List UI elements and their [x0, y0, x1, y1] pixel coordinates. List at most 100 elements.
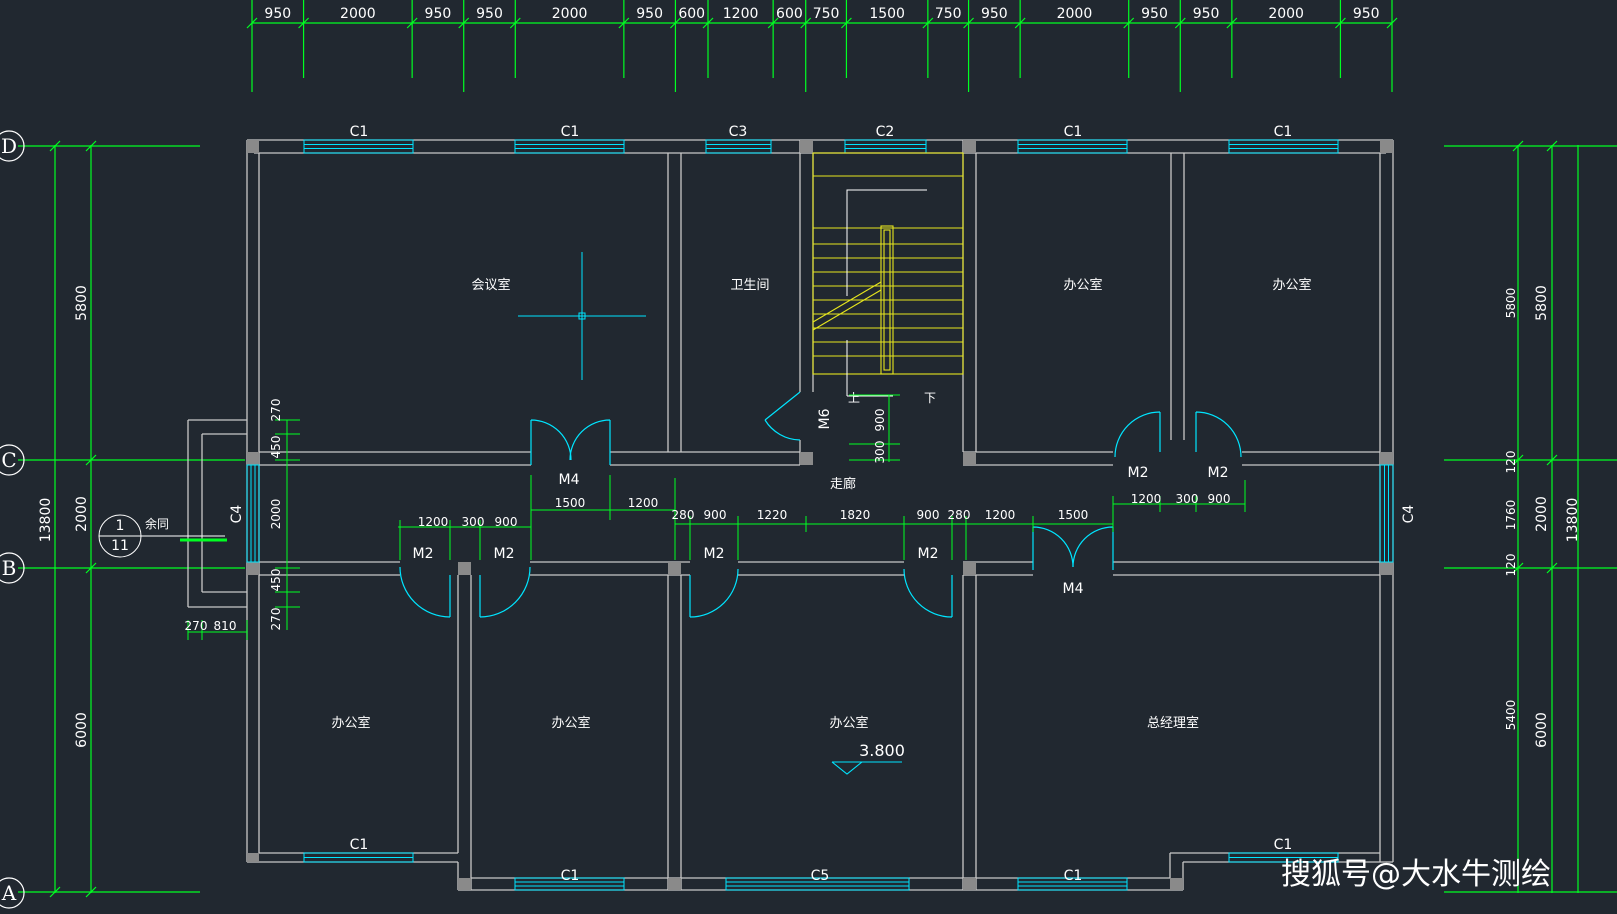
window-label-c1-f: C1 — [561, 868, 580, 884]
window-label-c1-d: C1 — [1274, 124, 1293, 140]
corr-dim-a2: 300 — [462, 515, 485, 529]
crosshair-cursor-icon — [518, 252, 646, 380]
bay-dim-810: 810 — [214, 619, 237, 633]
corr-dim-c4: 1820 — [840, 508, 871, 522]
section-number: 1 — [116, 518, 125, 534]
window-label-c3: C3 — [729, 124, 748, 140]
top-dimension-value: 750 — [813, 6, 840, 22]
corr-dim-a3: 900 — [495, 515, 518, 529]
top-dimension-value: 950 — [1193, 6, 1220, 22]
door-label-m2-e: M2 — [704, 546, 725, 562]
window-label-c1-b: C1 — [561, 124, 580, 140]
top-dimension-value: 950 — [1353, 6, 1380, 22]
grid-bubbles — [0, 130, 25, 909]
dim-right-c-b: 2000 — [1534, 496, 1550, 532]
floor-plan-canvas: 950 2000 950 950 2000 950 600 1200 600 750 1500 750… — [0, 0, 1617, 909]
section-sheet: 11 — [111, 538, 129, 554]
corr-dim-d2: 1500 — [1058, 508, 1089, 522]
room-label-office-bc: 办公室 — [829, 715, 868, 731]
top-dimension-value: 950 — [425, 6, 452, 22]
wall-dim-450-bottom: 450 — [269, 569, 283, 592]
door-label-m2-c: M2 — [413, 546, 434, 562]
top-dimension-value: 2000 — [340, 6, 376, 22]
door-label-m2-d: M2 — [494, 546, 515, 562]
corridor-dimension-lines — [398, 475, 1246, 560]
corr-dim-c6: 280 — [948, 508, 971, 522]
top-dimension-value: 950 — [636, 6, 663, 22]
dim-right-inner-b-a: 5400 — [1504, 700, 1518, 731]
room-label-office-bm: 办公室 — [551, 715, 590, 731]
section-note: 余同 — [145, 516, 169, 531]
top-dimension-value: 950 — [264, 6, 291, 22]
window-label-c1-e: C1 — [350, 837, 369, 853]
corr-dim-b1: 1500 — [555, 496, 586, 510]
elevation-value: 3.800 — [859, 741, 905, 760]
window-label-c4-right: C4 — [1401, 505, 1417, 524]
top-dimension-value: 2000 — [552, 6, 588, 22]
corr-dim-c5: 900 — [917, 508, 940, 522]
room-label-office-tl: 办公室 — [1063, 277, 1102, 293]
window-label-c1-c: C1 — [1064, 124, 1083, 140]
stair-label-down: 下 — [924, 391, 936, 405]
room-label-office-bl: 办公室 — [331, 715, 370, 731]
top-dimension-value: 1500 — [869, 6, 905, 22]
grid-label-b: B — [2, 556, 17, 580]
corr-dim-e1: 1200 — [1131, 492, 1162, 506]
room-label-toilet: 卫生间 — [730, 278, 769, 293]
room-label-corridor: 走廊 — [830, 476, 856, 492]
window-label-c2: C2 — [876, 124, 895, 140]
top-dimension-value: 950 — [1141, 6, 1168, 22]
window-label-c5: C5 — [811, 868, 830, 884]
stair-dim-300: 300 — [873, 441, 887, 464]
grid-label-d: D — [1, 134, 17, 158]
top-dimension-value: 600 — [776, 6, 803, 22]
dim-left-c-b: 2000 — [74, 496, 90, 532]
door-label-m2-a: M2 — [1128, 465, 1149, 481]
corr-dim-d1: 1200 — [985, 508, 1016, 522]
top-dimension-value: 600 — [678, 6, 705, 22]
corr-dim-c2: 900 — [704, 508, 727, 522]
stair-label-up: 上 — [848, 391, 860, 405]
door-label-m4-a: M4 — [559, 472, 580, 488]
dim-right-inner-c-b: 1760 — [1504, 500, 1518, 531]
floor-plan-drawing: 950 2000 950 950 2000 950 600 1200 600 750 1500 750… — [0, 0, 1617, 910]
corr-dim-e3: 900 — [1208, 492, 1231, 506]
watermark: 搜狐号@大水牛测绘 — [1281, 857, 1551, 892]
window-label-c1-h: C1 — [1274, 837, 1293, 853]
door-label-m6: M6 — [817, 408, 833, 429]
room-label-meeting: 会议室 — [471, 277, 510, 293]
staircase — [812, 152, 964, 375]
dim-right-inner-b1: 120 — [1504, 554, 1518, 577]
dim-right-total: 13800 — [1565, 498, 1581, 543]
top-dimension-value: 750 — [935, 6, 962, 22]
elevation-marker-icon — [831, 761, 902, 775]
door-label-m2-b: M2 — [1208, 465, 1229, 481]
corr-dim-c1: 280 — [672, 508, 695, 522]
stair-arrows — [846, 189, 927, 397]
top-dimension-labels: 950 2000 950 950 2000 950 600 1200 600 750 1500 750… — [264, 6, 1379, 22]
dim-right-b-a: 6000 — [1534, 712, 1550, 748]
corr-dim-a1: 1200 — [418, 515, 449, 529]
corr-dim-e2: 300 — [1176, 492, 1199, 506]
window-label-c1-g: C1 — [1064, 868, 1083, 884]
dim-right-inner-c1: 120 — [1504, 451, 1518, 474]
wall-dim-270-bottom: 270 — [269, 608, 283, 631]
window-label-c1-a: C1 — [350, 124, 369, 140]
top-dimension-value: 950 — [981, 6, 1008, 22]
grid-label-a: A — [1, 881, 17, 905]
wall-dim-2000: 2000 — [269, 499, 283, 530]
corr-dim-c3: 1220 — [757, 508, 788, 522]
right-dimension-lines — [1444, 140, 1617, 893]
dim-left-total: 13800 — [38, 498, 54, 543]
top-dimension-value: 2000 — [1057, 6, 1093, 22]
walls — [187, 139, 1394, 891]
bay-dim-270: 270 — [185, 619, 208, 633]
grid-label-c: C — [1, 448, 16, 472]
door-label-m4-b: M4 — [1063, 581, 1084, 597]
dim-left-b-a: 6000 — [74, 712, 90, 748]
wall-dim-450-top: 450 — [269, 436, 283, 459]
corr-dim-b2: 1200 — [628, 496, 659, 510]
wall-dim-270-top: 270 — [269, 399, 283, 422]
door-label-m2-f: M2 — [918, 546, 939, 562]
room-label-manager: 总经理室 — [1147, 715, 1199, 731]
